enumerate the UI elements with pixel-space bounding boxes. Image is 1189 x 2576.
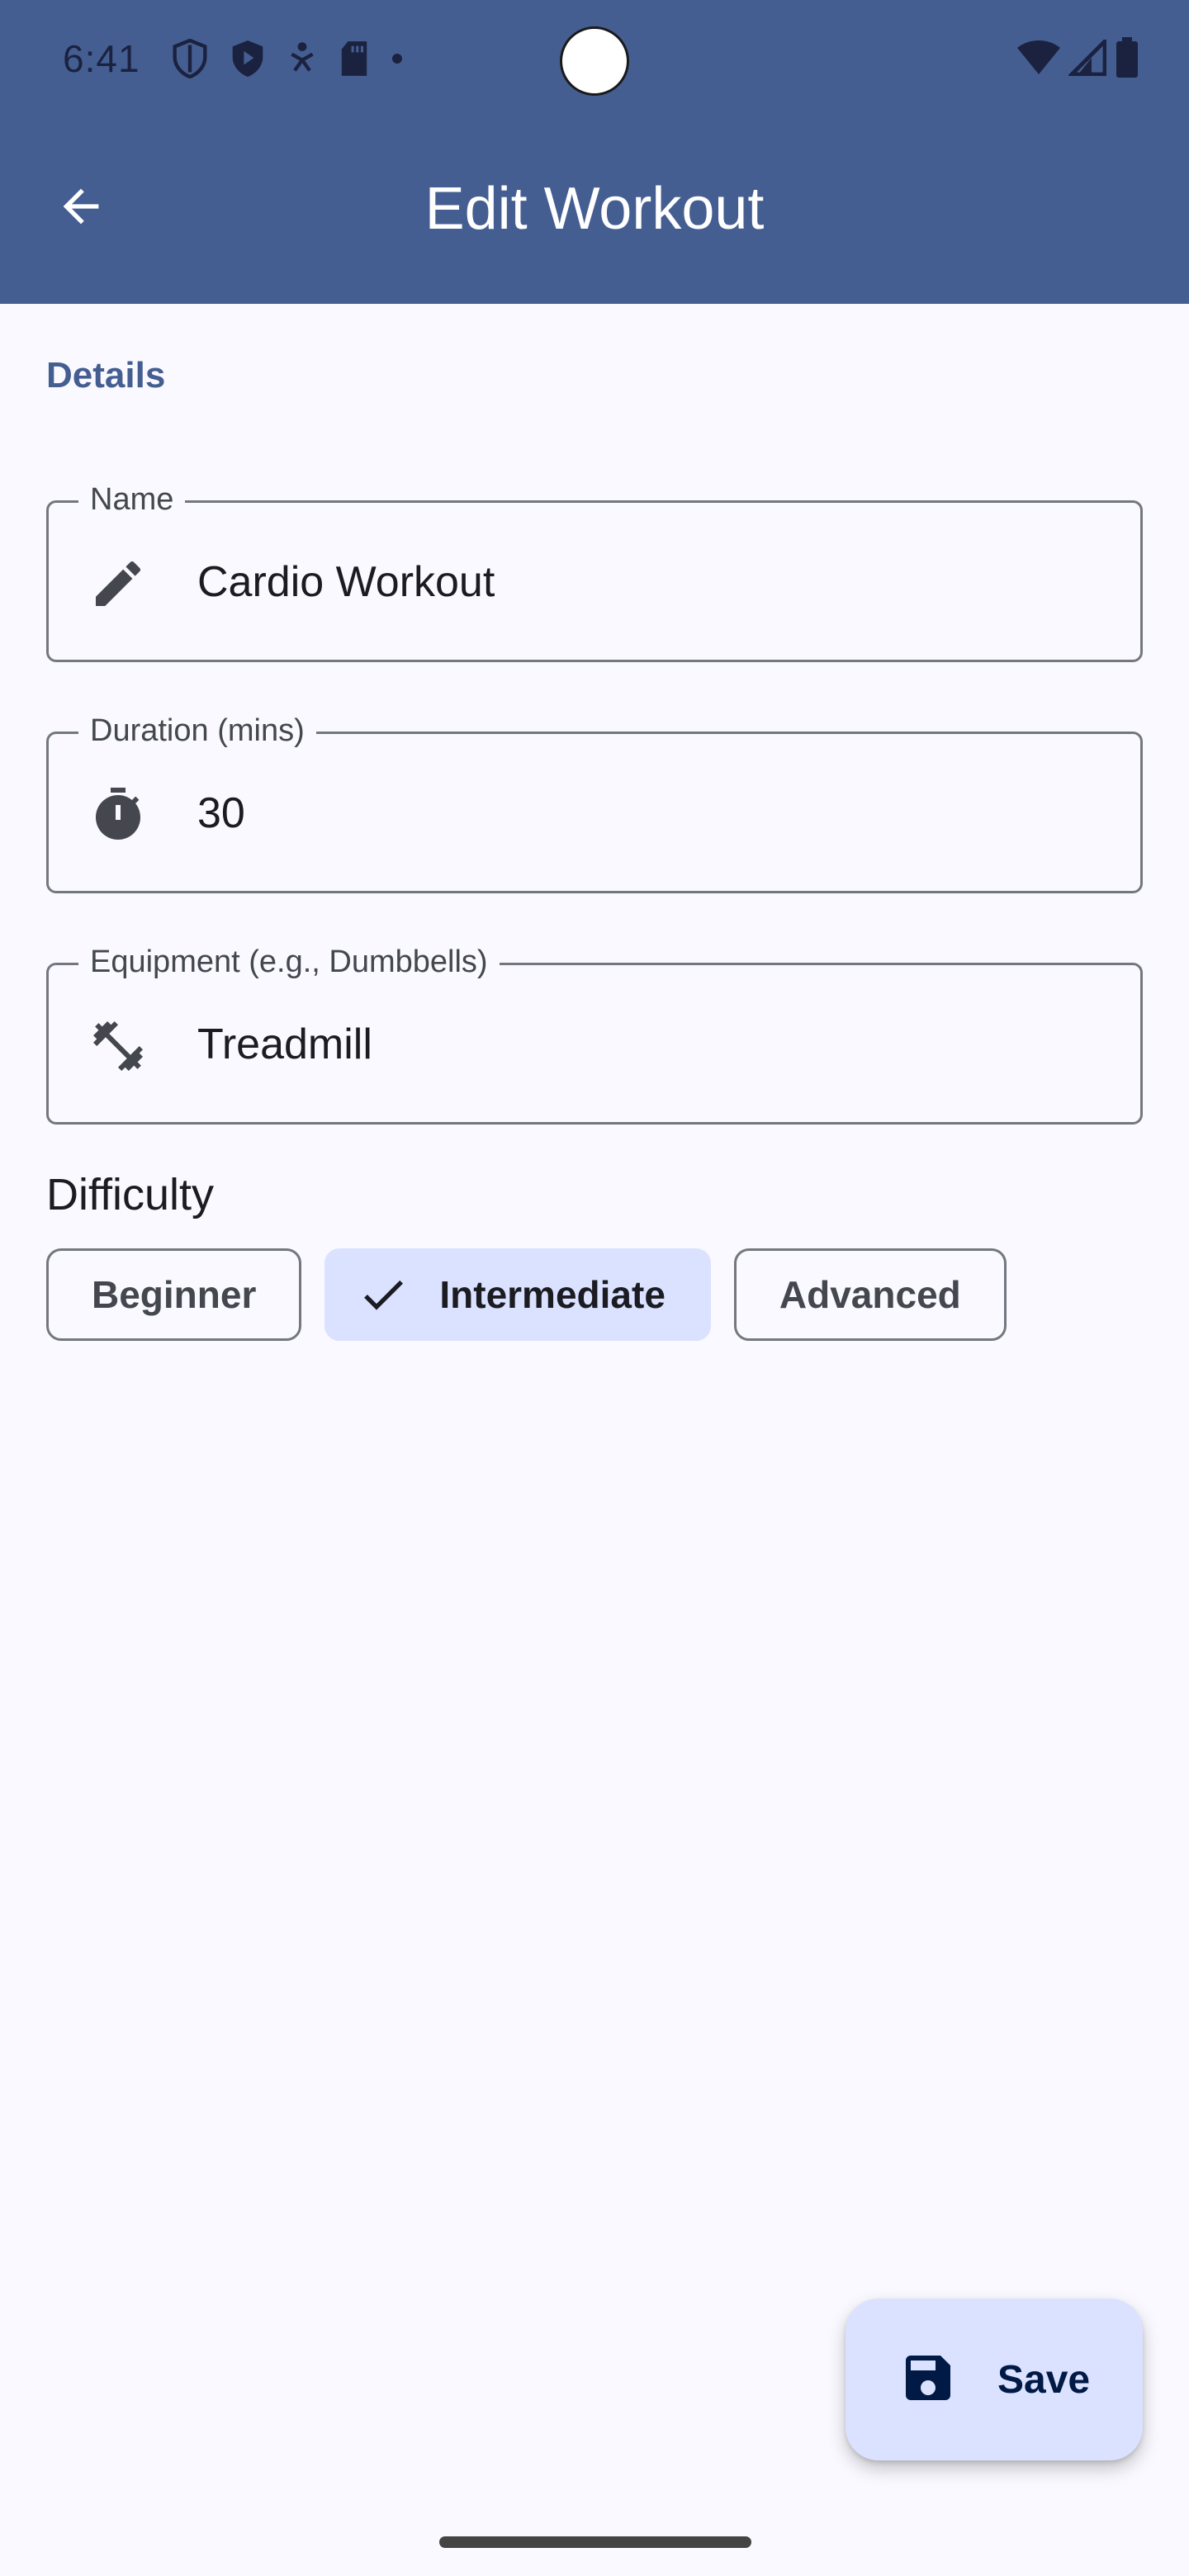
duration-field[interactable]: Duration (mins) 30	[46, 709, 1143, 893]
details-section-label: Details	[46, 355, 166, 395]
app-bar: Edit Workout	[0, 121, 1189, 304]
home-indicator[interactable]	[439, 2536, 751, 2548]
status-bar: 6:41	[0, 0, 1189, 121]
name-field-label: Name	[78, 478, 186, 521]
shield-outline-icon	[172, 39, 208, 78]
fitness-dumbbell-icon	[85, 1013, 151, 1079]
status-notification-icons	[172, 38, 403, 79]
name-field[interactable]: Name Cardio Workout	[46, 478, 1143, 662]
dot-icon	[391, 53, 403, 64]
chip-label: Advanced	[779, 1273, 961, 1316]
chip-label: Beginner	[92, 1273, 257, 1316]
equipment-field-value: Treadmill	[197, 1020, 372, 1068]
save-button-label: Save	[997, 2357, 1091, 2402]
chip-advanced[interactable]: Advanced	[733, 1248, 1007, 1341]
chip-label: Intermediate	[439, 1273, 666, 1316]
save-icon	[898, 2348, 958, 2412]
name-field-value: Cardio Workout	[197, 558, 495, 606]
chip-beginner[interactable]: Beginner	[46, 1248, 302, 1341]
camera-cutout	[560, 26, 629, 96]
top-app-bar-container: 6:41 Edit Workout	[0, 0, 1189, 304]
equipment-field[interactable]: Equipment (e.g., Dumbbells) Treadmill	[46, 940, 1143, 1125]
duration-field-label: Duration (mins)	[78, 709, 316, 752]
wifi-icon	[1017, 40, 1060, 80]
duration-field-value: 30	[197, 789, 245, 837]
shield-play-icon	[230, 39, 266, 78]
difficulty-label: Difficulty	[46, 1170, 215, 1219]
save-button[interactable]: Save	[846, 2299, 1143, 2460]
timer-icon	[85, 782, 151, 848]
status-system-icons	[1017, 36, 1139, 83]
status-time: 6:41	[63, 37, 140, 80]
accessibility-icon	[287, 40, 317, 77]
sd-card-icon	[339, 40, 370, 78]
battery-icon	[1115, 36, 1139, 83]
page-title: Edit Workout	[424, 176, 765, 242]
chip-intermediate[interactable]: Intermediate	[324, 1248, 711, 1341]
check-icon	[357, 1268, 410, 1321]
signal-icon	[1067, 36, 1107, 80]
equipment-field-label: Equipment (e.g., Dumbbells)	[78, 940, 500, 983]
difficulty-chip-group: Beginner Intermediate Advanced	[46, 1248, 1007, 1341]
edit-pencil-icon	[85, 551, 151, 617]
